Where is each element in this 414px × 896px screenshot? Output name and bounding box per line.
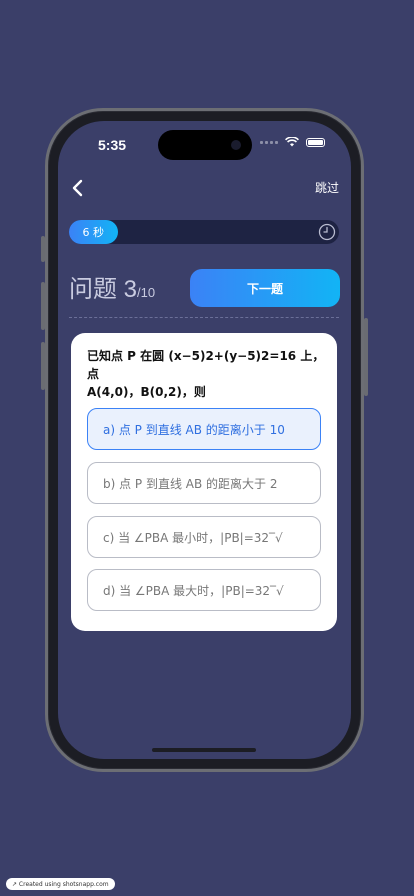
question-number: 问题 3: [69, 276, 138, 303]
back-arrow-icon[interactable]: [66, 176, 90, 200]
question-total: /10: [137, 285, 156, 300]
signal-icon: [260, 140, 278, 144]
timer-progress-fill: 6 秒: [69, 220, 118, 244]
question-text: 已知点 P 在圆 (x−5)2+(y−5)2=16 上，点 A(4,0)，B(0…: [87, 347, 325, 401]
answer-option-a[interactable]: a) 点 P 到直线 AB 的距离小于 10: [87, 408, 321, 450]
clock-icon: [318, 223, 336, 241]
battery-icon: [306, 137, 325, 147]
question-text-line: 已知点 P 在圆 (x−5)2+(y−5)2=16 上，点: [87, 349, 325, 381]
dynamic-island: [158, 130, 252, 160]
timer-progress-bar: 6 秒: [69, 220, 339, 244]
created-with-badge[interactable]: ↗ Created using shotsnapp.com: [6, 878, 115, 890]
question-counter: 问题 3/10: [69, 269, 155, 304]
skip-button[interactable]: 跳过: [315, 179, 339, 196]
home-indicator[interactable]: [152, 748, 256, 752]
next-question-button[interactable]: 下一题: [190, 269, 340, 307]
question-text-line: A(4,0)，B(0,2)，则: [87, 385, 206, 399]
camera-icon: [231, 140, 241, 150]
status-icons: [260, 137, 325, 147]
answer-option-c[interactable]: c) 当 ∠PBA 最小时，|PB|=32‾√: [87, 516, 321, 558]
answer-option-b[interactable]: b) 点 P 到直线 AB 的距离大于 2: [87, 462, 321, 504]
phone-side-button: [364, 318, 368, 396]
answer-option-d[interactable]: d) 当 ∠PBA 最大时，|PB|=32‾√: [87, 569, 321, 611]
wifi-icon: [285, 137, 299, 147]
dashed-divider: [69, 317, 339, 318]
status-time: 5:35: [98, 137, 127, 153]
app-screen: 5:35 跳过 6 秒 问题 3/10 下一题 已知点 P 在圆 (x−5)2+…: [58, 121, 351, 759]
question-card: 已知点 P 在圆 (x−5)2+(y−5)2=16 上，点 A(4,0)，B(0…: [71, 333, 337, 631]
